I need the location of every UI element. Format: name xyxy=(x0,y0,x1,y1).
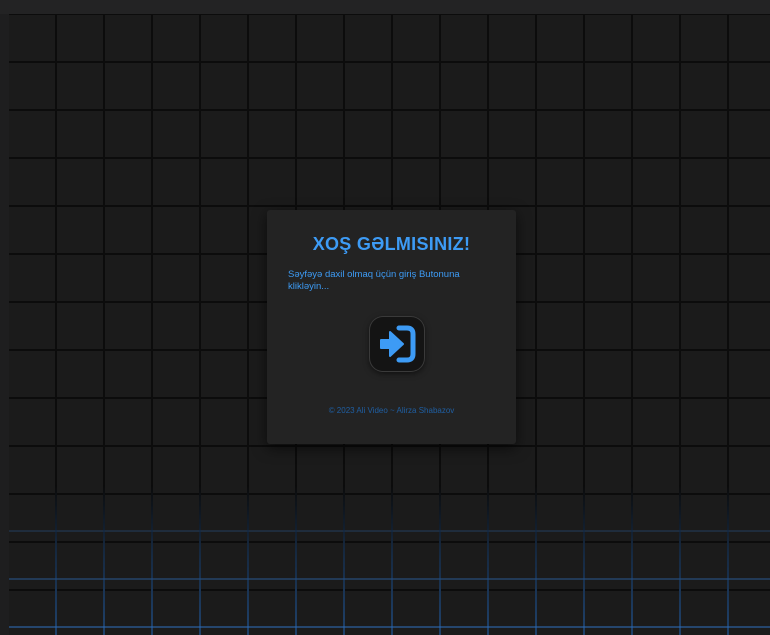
top-bar xyxy=(0,0,770,14)
welcome-title: XOŞ GƏLMISINIZ! xyxy=(312,234,471,254)
footer-copyright: © 2023 Ali Video ~ Alirza Shabazov xyxy=(328,406,455,415)
sign-in-icon xyxy=(380,325,416,363)
welcome-message: Səyfəyə daxil olmaq üçün giriş Butonuna … xyxy=(288,269,460,292)
welcome-card: XOŞ GƏLMISINIZ! Səyfəyə daxil olmaq üçün… xyxy=(267,210,516,444)
login-button[interactable] xyxy=(369,316,425,372)
left-strip xyxy=(0,14,9,635)
grid-glow xyxy=(9,485,770,635)
